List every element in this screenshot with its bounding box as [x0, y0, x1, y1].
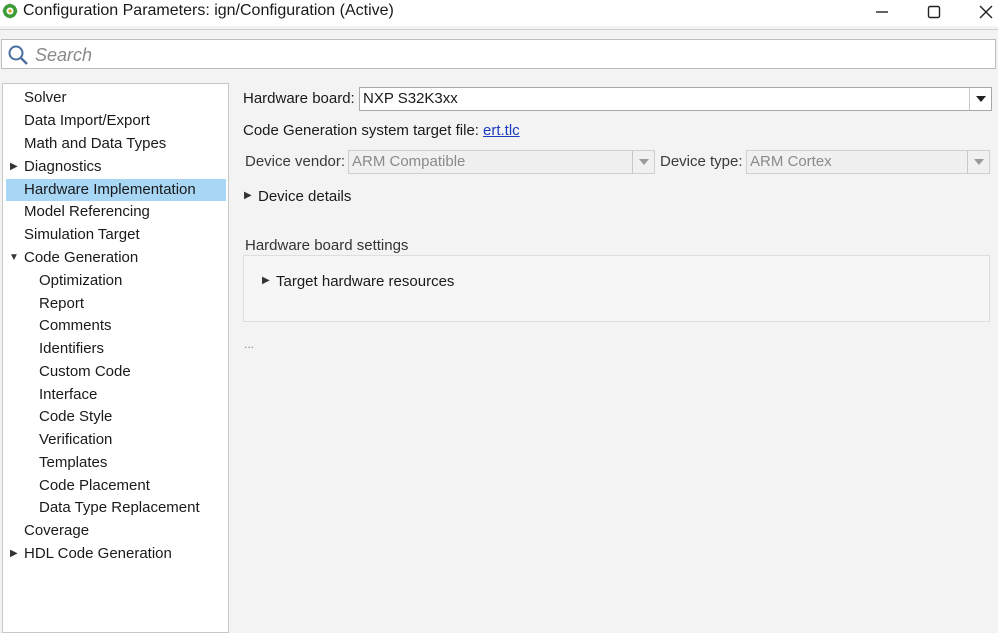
- target-hardware-resources-expander[interactable]: ▶ Target hardware resources: [262, 272, 522, 294]
- tree-item-label: Data Import/Export: [24, 112, 150, 129]
- tree-item-templates[interactable]: Templates: [6, 452, 226, 474]
- tree-item-simulation-target[interactable]: Simulation Target: [6, 224, 226, 246]
- tree-item-label: Optimization: [39, 272, 123, 289]
- minimize-button[interactable]: [862, 0, 902, 24]
- chevron-down-icon[interactable]: [967, 151, 989, 173]
- tree-item-label: Report: [39, 295, 85, 312]
- tree-item-label: Math and Data Types: [24, 135, 167, 152]
- tree-item-code-generation[interactable]: ▼ Code Generation: [6, 247, 226, 269]
- expand-arrow-icon[interactable]: ▶: [10, 156, 18, 178]
- maximize-icon: [927, 5, 941, 19]
- tree-item-label: Diagnostics: [24, 158, 102, 175]
- hardware-board-dropdown[interactable]: NXP S32K3xx: [359, 87, 992, 111]
- tree-item-label: Identifiers: [39, 340, 105, 357]
- tree-item-report[interactable]: Report: [6, 293, 226, 315]
- search-box[interactable]: [1, 39, 996, 69]
- board-settings-panel: ▶ Target hardware resources: [243, 255, 990, 322]
- tree-item-identifiers[interactable]: Identifiers: [6, 338, 226, 360]
- category-tree: Solver Data Import/Export Math and Data …: [2, 83, 229, 633]
- simulink-gear-icon: [2, 3, 18, 19]
- tree-item-math-and-data-types[interactable]: Math and Data Types: [6, 133, 226, 155]
- tree-item-label: Solver: [24, 89, 67, 106]
- device-type-dropdown[interactable]: ARM Cortex: [746, 150, 990, 174]
- tree-item-custom-code[interactable]: Custom Code: [6, 361, 226, 383]
- tree-item-label: Coverage: [24, 522, 90, 539]
- tree-item-solver[interactable]: Solver: [6, 87, 226, 109]
- title-bar: Configuration Parameters: ign/Configurat…: [0, 0, 998, 26]
- tree-item-data-type-replacement[interactable]: Data Type Replacement: [6, 497, 226, 519]
- tree-item-hardware-implementation[interactable]: Hardware Implementation: [6, 179, 226, 201]
- tree-item-label: Model Referencing: [24, 203, 150, 220]
- close-button[interactable]: [966, 0, 998, 24]
- tree-item-interface[interactable]: Interface: [6, 384, 226, 406]
- chevron-down-icon[interactable]: [632, 151, 654, 173]
- title-separator: [0, 29, 998, 30]
- tree-item-code-placement[interactable]: Code Placement: [6, 475, 226, 497]
- device-details-label: Device details: [258, 188, 352, 205]
- tree-item-label: Verification: [39, 431, 113, 448]
- expand-arrow-icon[interactable]: ▶: [10, 543, 18, 565]
- target-resources-label: Target hardware resources: [276, 273, 455, 290]
- tree-item-diagnostics[interactable]: ▶ Diagnostics: [6, 156, 226, 178]
- target-file-label: Code Generation system target file:: [243, 122, 479, 139]
- tree-item-label: Simulation Target: [24, 226, 140, 243]
- hardware-board-label: Hardware board:: [243, 90, 355, 107]
- device-vendor-dropdown[interactable]: ARM Compatible: [348, 150, 655, 174]
- minimize-icon: [876, 11, 888, 13]
- tree-item-data-import-export[interactable]: Data Import/Export: [6, 110, 226, 132]
- tree-item-label: HDL Code Generation: [24, 545, 172, 562]
- close-icon: [979, 5, 993, 19]
- tree-item-label: Interface: [39, 386, 98, 403]
- ellipsis-text: ...: [244, 337, 255, 351]
- tree-item-coverage[interactable]: Coverage: [6, 520, 226, 542]
- tree-item-label: Hardware Implementation: [24, 181, 196, 198]
- tree-item-model-referencing[interactable]: Model Referencing: [6, 201, 226, 223]
- tree-item-label: Data Type Replacement: [39, 499, 200, 516]
- tree-item-comments[interactable]: Comments: [6, 315, 226, 337]
- search-icon: [8, 45, 28, 65]
- tree-item-label: Code Generation: [24, 249, 139, 266]
- tree-item-label: Code Style: [39, 408, 113, 425]
- collapse-arrow-icon[interactable]: ▼: [9, 247, 19, 269]
- tree-item-label: Templates: [39, 454, 108, 471]
- board-settings-heading: Hardware board settings: [245, 237, 409, 254]
- device-details-expander[interactable]: ▶ Device details: [244, 187, 444, 209]
- device-vendor-value: ARM Compatible: [352, 153, 466, 170]
- tree-item-optimization[interactable]: Optimization: [6, 270, 226, 292]
- device-type-value: ARM Cortex: [750, 153, 832, 170]
- expand-arrow-icon: ▶: [244, 190, 252, 201]
- tree-item-label: Custom Code: [39, 363, 131, 380]
- chevron-down-icon[interactable]: [969, 88, 991, 110]
- tree-item-code-style[interactable]: Code Style: [6, 406, 226, 428]
- tree-item-hdl-code-generation[interactable]: ▶ HDL Code Generation: [6, 543, 226, 565]
- search-input[interactable]: [33, 42, 977, 68]
- maximize-button[interactable]: [914, 0, 954, 24]
- tree-item-verification[interactable]: Verification: [6, 429, 226, 451]
- target-file-link[interactable]: ert.tlc: [483, 122, 520, 139]
- tree-item-label: Comments: [39, 317, 112, 334]
- expand-arrow-icon: ▶: [262, 275, 270, 286]
- hardware-implementation-panel: Hardware board: NXP S32K3xx Code Generat…: [230, 83, 998, 631]
- hardware-board-value: NXP S32K3xx: [363, 90, 458, 107]
- device-vendor-label: Device vendor:: [245, 153, 346, 170]
- device-type-label: Device type:: [660, 153, 743, 170]
- tree-item-label: Code Placement: [39, 477, 150, 494]
- window-title: Configuration Parameters: ign/Configurat…: [23, 2, 394, 19]
